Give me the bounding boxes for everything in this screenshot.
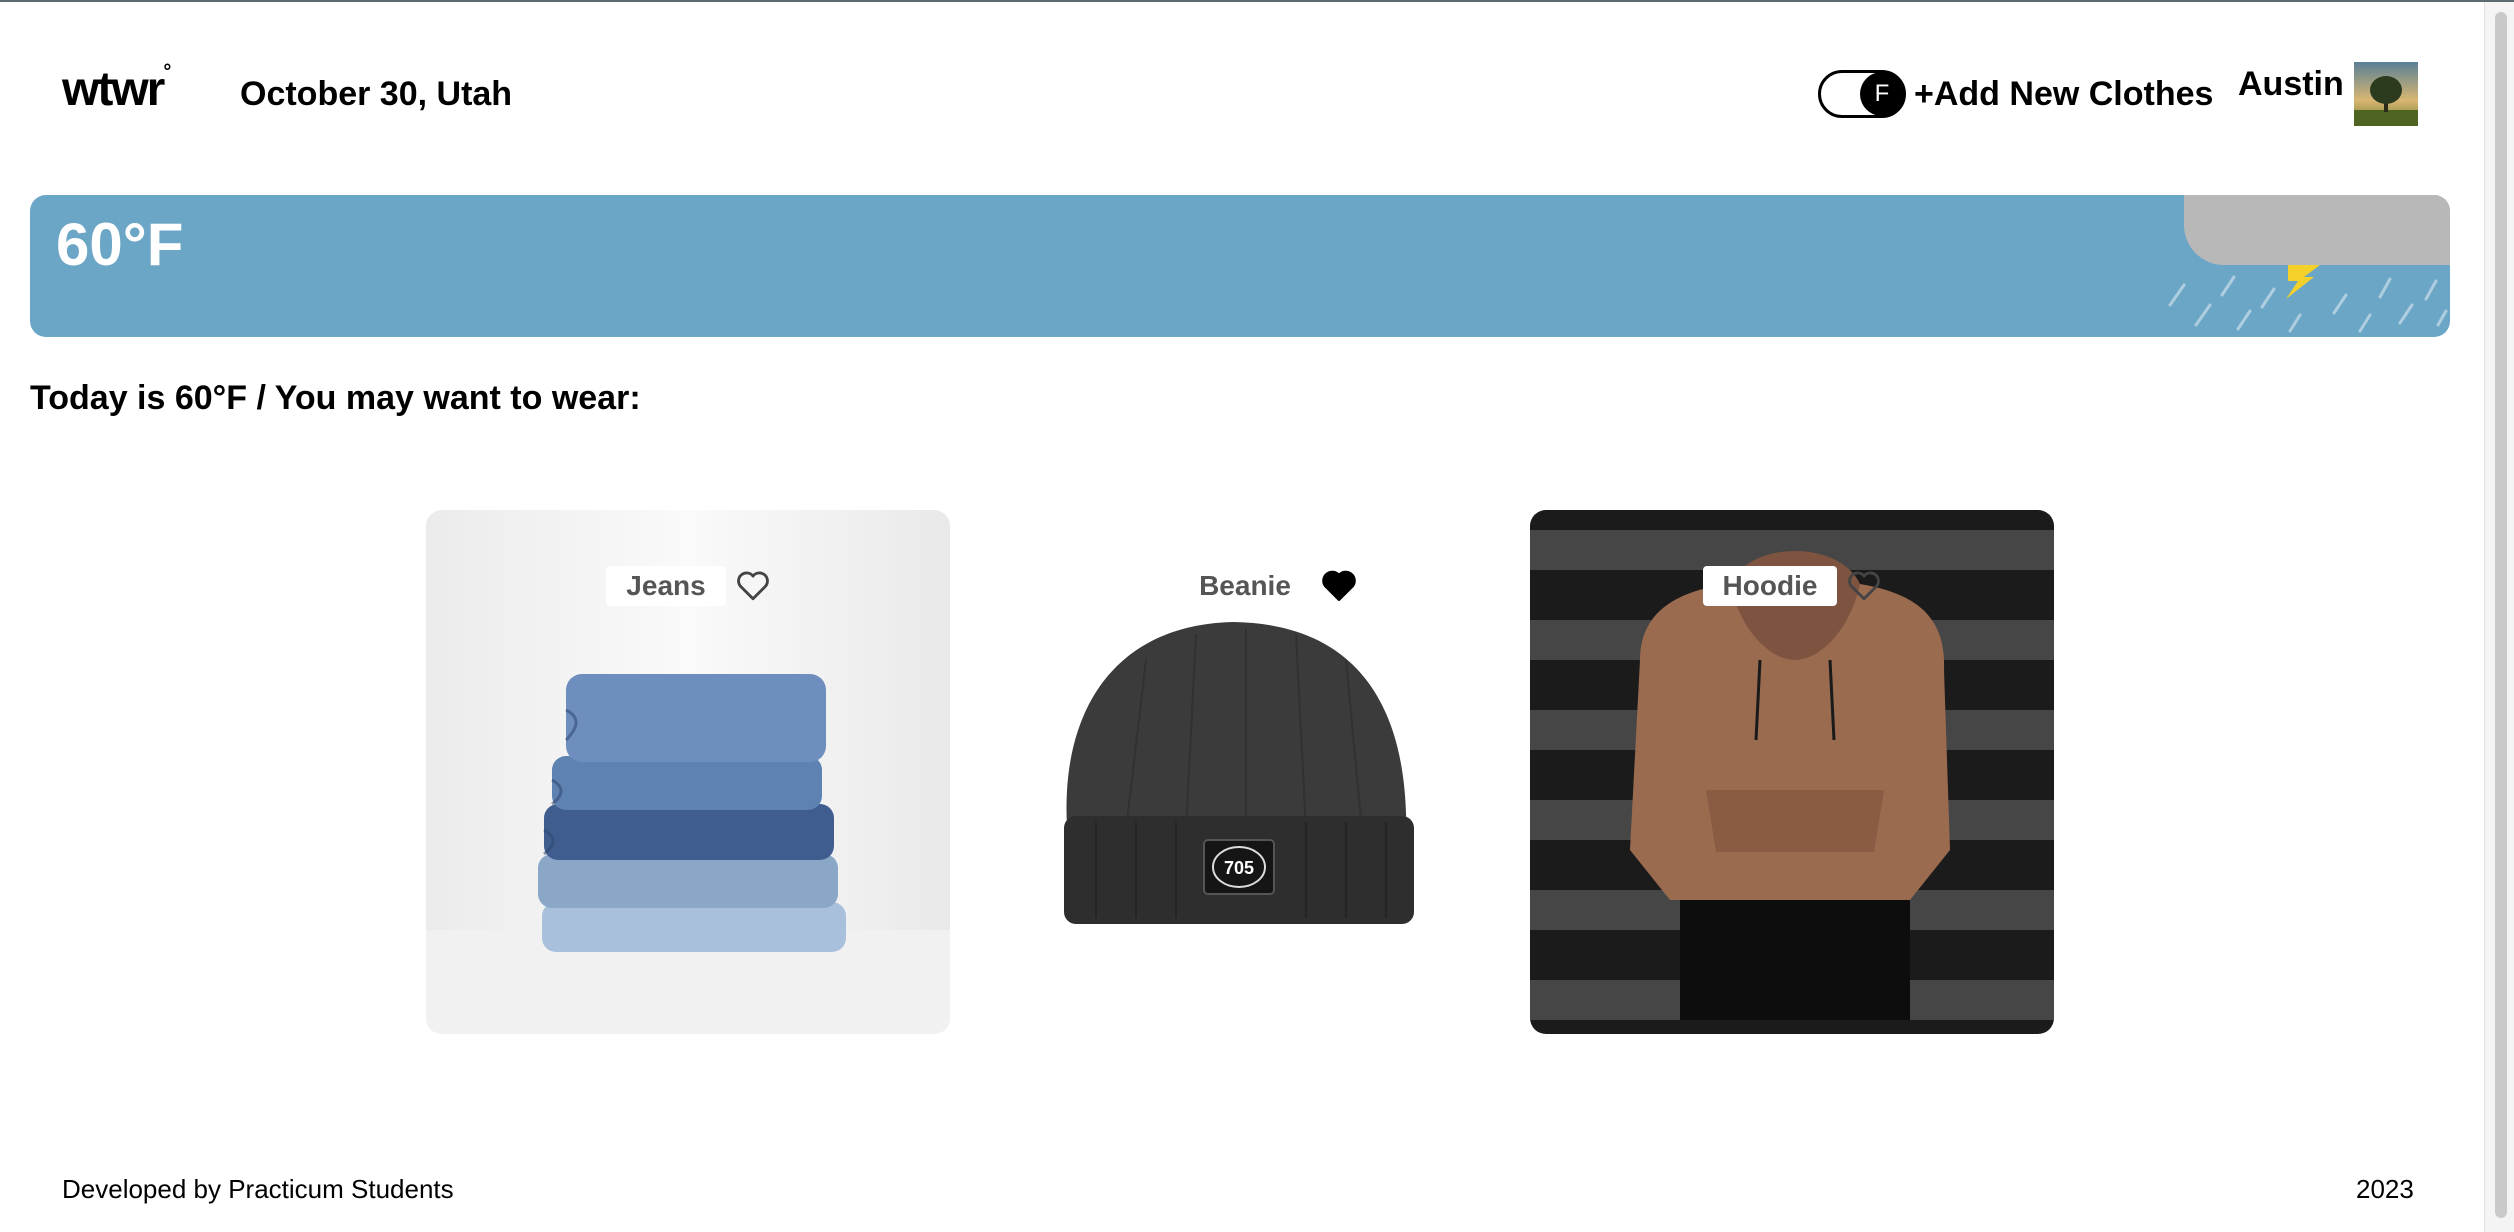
card-header: Hoodie <box>1530 566 2054 606</box>
item-name: Beanie <box>1199 570 1291 601</box>
weather-banner: 60°F <box>30 195 2450 337</box>
lightning-bolt-icon <box>2286 265 2320 299</box>
clothing-suggestion-text: Today is 60°F / You may want to wear: <box>30 379 641 417</box>
toggle-label: F <box>1874 80 1890 107</box>
date-location: October 30, Utah <box>240 75 513 113</box>
clothing-card-hoodie[interactable]: Hoodie <box>1530 510 2054 1034</box>
add-new-clothes-button[interactable]: +Add New Clothes <box>1914 74 2213 114</box>
footer-credit: Developed by Practicum Students <box>62 1174 454 1204</box>
storm-cloud-icon <box>2184 195 2450 265</box>
temperature-unit-toggle[interactable]: F <box>1818 70 1906 118</box>
logo-degree-mark: ° <box>163 61 171 83</box>
toggle-knob: F <box>1860 72 1904 116</box>
temperature-display: 60°F <box>56 211 184 278</box>
logo-text: wtwr <box>62 63 165 116</box>
heart-outline-icon[interactable] <box>736 570 770 602</box>
item-name: Hoodie <box>1702 566 1838 606</box>
heart-filled-icon[interactable] <box>1321 569 1357 603</box>
card-header: Beanie <box>1006 566 1530 606</box>
username[interactable]: Austin <box>2238 64 2344 104</box>
scrollbar-thumb[interactable] <box>2495 12 2507 1218</box>
heart-outline-icon[interactable] <box>1847 570 1881 602</box>
footer-year: 2023 <box>2356 1174 2414 1204</box>
card-header: Jeans <box>426 566 950 606</box>
app-logo[interactable]: wtwr° <box>62 62 171 116</box>
vertical-scrollbar[interactable] <box>2484 2 2514 1232</box>
clothing-card-beanie[interactable]: 705 Beanie <box>1006 510 1530 1034</box>
svg-text:705: 705 <box>1224 858 1254 878</box>
item-name: Jeans <box>606 566 726 606</box>
clothing-card-jeans[interactable]: Jeans <box>426 510 950 1034</box>
avatar[interactable] <box>2354 62 2418 126</box>
